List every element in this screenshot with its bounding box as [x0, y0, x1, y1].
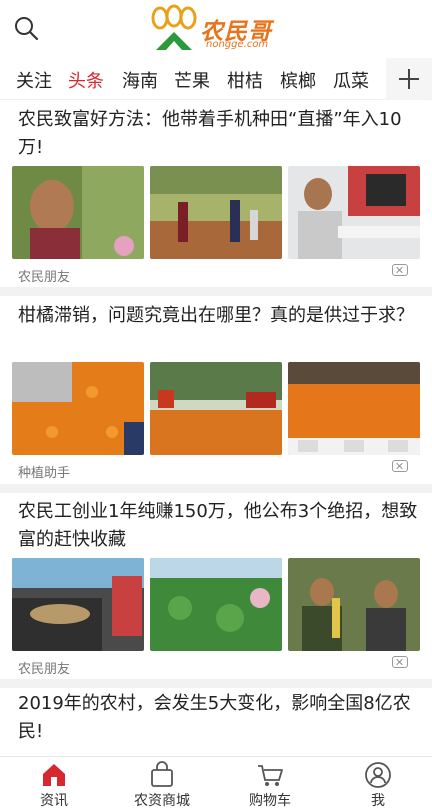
tab-me[interactable]: 我: [324, 757, 432, 810]
tab-news[interactable]: 资讯: [0, 757, 108, 810]
cart-icon: [258, 765, 283, 786]
divider: [0, 679, 432, 688]
shop-icon: [151, 761, 173, 787]
news-thumbnail[interactable]: [12, 166, 144, 259]
tab-label: 资讯: [40, 793, 68, 809]
news-thumbnail[interactable]: [288, 166, 420, 259]
tab-channel-melons-vegetables[interactable]: 瓜菜: [333, 67, 369, 93]
divider: [0, 484, 432, 493]
logo-domain: nongge.com: [206, 39, 269, 50]
news-thumbnail[interactable]: [150, 362, 282, 455]
dislike-close-icon[interactable]: [392, 460, 408, 472]
news-title[interactable]: 农民工创业1年纯赚150万，他公布3个绝招，想致富的赶快收藏: [18, 498, 418, 554]
news-thumbnail[interactable]: [288, 362, 420, 455]
tab-label: 购物车: [249, 793, 291, 809]
tab-channel-betelnut[interactable]: 槟榔: [280, 67, 316, 93]
news-item[interactable]: 农民致富好方法：他带着手机种田“直播”年入10万! 农民朋友: [0, 104, 432, 285]
tab-shop[interactable]: 农资商城: [108, 757, 216, 810]
news-item[interactable]: 柑橘滞销，问题究竟出在哪里？真的是供过于求？ 种植助手: [0, 300, 432, 481]
tab-channel-headlines[interactable]: 头条: [68, 67, 104, 93]
tab-channel-follow[interactable]: 关注: [16, 67, 52, 93]
tab-channel-mango[interactable]: 芒果: [174, 67, 210, 93]
search-icon[interactable]: [12, 14, 40, 42]
news-item[interactable]: 2019年的农村，会发生5大变化，影响全国8亿农民!: [0, 690, 432, 756]
news-source: 种植助手: [18, 466, 71, 481]
home-icon: [43, 764, 65, 786]
dislike-close-icon[interactable]: [392, 264, 408, 276]
news-thumbnail[interactable]: [150, 558, 282, 651]
app-header: 农民哥 nongge.com: [0, 0, 432, 58]
news-title[interactable]: 农民致富好方法：他带着手机种田“直播”年入10万!: [18, 106, 418, 162]
tab-label: 我: [371, 793, 385, 809]
tab-label: 农资商城: [134, 793, 190, 809]
news-title[interactable]: 柑橘滞销，问题究竟出在哪里？真的是供过于求？: [18, 302, 418, 330]
tab-channel-citrus[interactable]: 柑桔: [227, 67, 263, 93]
bottom-tab-bar: 资讯 农资商城 购物车 我: [0, 756, 432, 810]
divider: [0, 287, 432, 296]
news-thumbnail[interactable]: [12, 558, 144, 651]
news-source: 农民朋友: [18, 270, 71, 285]
news-thumbnail[interactable]: [150, 166, 282, 259]
user-icon: [365, 762, 391, 788]
news-source: 农民朋友: [18, 662, 71, 677]
news-thumbnail[interactable]: [288, 558, 420, 651]
add-channel-button[interactable]: [386, 58, 432, 99]
app-logo: 农民哥 nongge.com: [148, 4, 284, 54]
channel-bar: 关注 头条 海南 芒果 柑桔 槟榔 瓜菜: [0, 58, 432, 100]
tab-channel-hainan[interactable]: 海南: [122, 67, 158, 93]
news-item[interactable]: 农民工创业1年纯赚150万，他公布3个绝招，想致富的赶快收藏 农民朋友: [0, 496, 432, 678]
news-thumbnail[interactable]: [12, 362, 144, 455]
tab-cart[interactable]: 购物车: [216, 757, 324, 810]
news-title[interactable]: 2019年的农村，会发生5大变化，影响全国8亿农民!: [18, 690, 418, 746]
dislike-close-icon[interactable]: [392, 656, 408, 668]
